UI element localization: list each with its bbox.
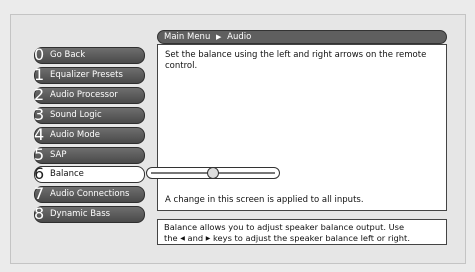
description-text: Set the balance using the left and right…: [165, 50, 427, 71]
breadcrumb-current: Audio: [227, 32, 252, 42]
menu-number: 7: [34, 184, 45, 203]
menu-item-label: SAP: [50, 150, 67, 160]
menu-item-audio-connections[interactable]: 7 Audio Connections: [34, 184, 145, 203]
menu-number: 0: [34, 45, 45, 64]
menu-number: 6: [34, 164, 45, 183]
menu-number: 2: [34, 85, 45, 104]
help-line-1: Balance allows you to adjust speaker bal…: [164, 222, 405, 232]
menu-number: 8: [34, 204, 45, 223]
menu-item-label: Dynamic Bass: [50, 209, 111, 219]
menu-item-label: Balance: [50, 169, 84, 179]
content-panel: Set the balance using the left and right…: [157, 44, 447, 211]
menu-item-dynamic-bass[interactable]: 8 Dynamic Bass: [34, 204, 145, 223]
balance-slider-thumb[interactable]: [207, 167, 219, 179]
breadcrumb-root: Main Menu: [164, 32, 211, 42]
menu-item-label: Equalizer Presets: [50, 70, 123, 80]
menu-number: 3: [34, 105, 45, 124]
breadcrumb-arrow-icon: ▶: [216, 33, 222, 41]
menu-item-label: Audio Processor: [50, 90, 118, 100]
menu-item-audio-mode[interactable]: 4 Audio Mode: [34, 125, 145, 144]
menu-item-sap[interactable]: 5 SAP: [34, 145, 145, 164]
menu-number: 4: [34, 125, 45, 144]
menu-item-balance[interactable]: 6 Balance: [34, 164, 145, 183]
breadcrumb: Main Menu ▶ Audio: [157, 30, 447, 44]
help-text-pre: the: [164, 232, 178, 243]
menu-number: 5: [34, 145, 45, 164]
help-text-post: keys to adjust the speaker balance left …: [213, 232, 410, 243]
menu-item-equalizer-presets[interactable]: 1 Equalizer Presets: [34, 65, 145, 84]
help-line-2: the ◀ and ▶ keys to adjust the speaker b…: [164, 233, 440, 245]
note-text: A change in this screen is applied to al…: [165, 195, 364, 205]
menu-item-audio-processor[interactable]: 2 Audio Processor: [34, 85, 145, 104]
left-arrow-icon: ◀: [180, 234, 185, 242]
menu-item-label: Audio Mode: [50, 130, 101, 140]
menu-item-label: Sound Logic: [50, 110, 102, 120]
menu-item-go-back[interactable]: 0 Go Back: [34, 45, 145, 64]
menu-number: 1: [34, 65, 45, 84]
menu-item-sound-logic[interactable]: 3 Sound Logic: [34, 105, 145, 124]
help-panel: Balance allows you to adjust speaker bal…: [157, 219, 447, 245]
help-text-mid: and: [187, 232, 204, 243]
menu-item-label: Go Back: [50, 50, 86, 60]
right-arrow-icon: ▶: [205, 234, 211, 242]
menu-item-label: Audio Connections: [50, 189, 130, 199]
